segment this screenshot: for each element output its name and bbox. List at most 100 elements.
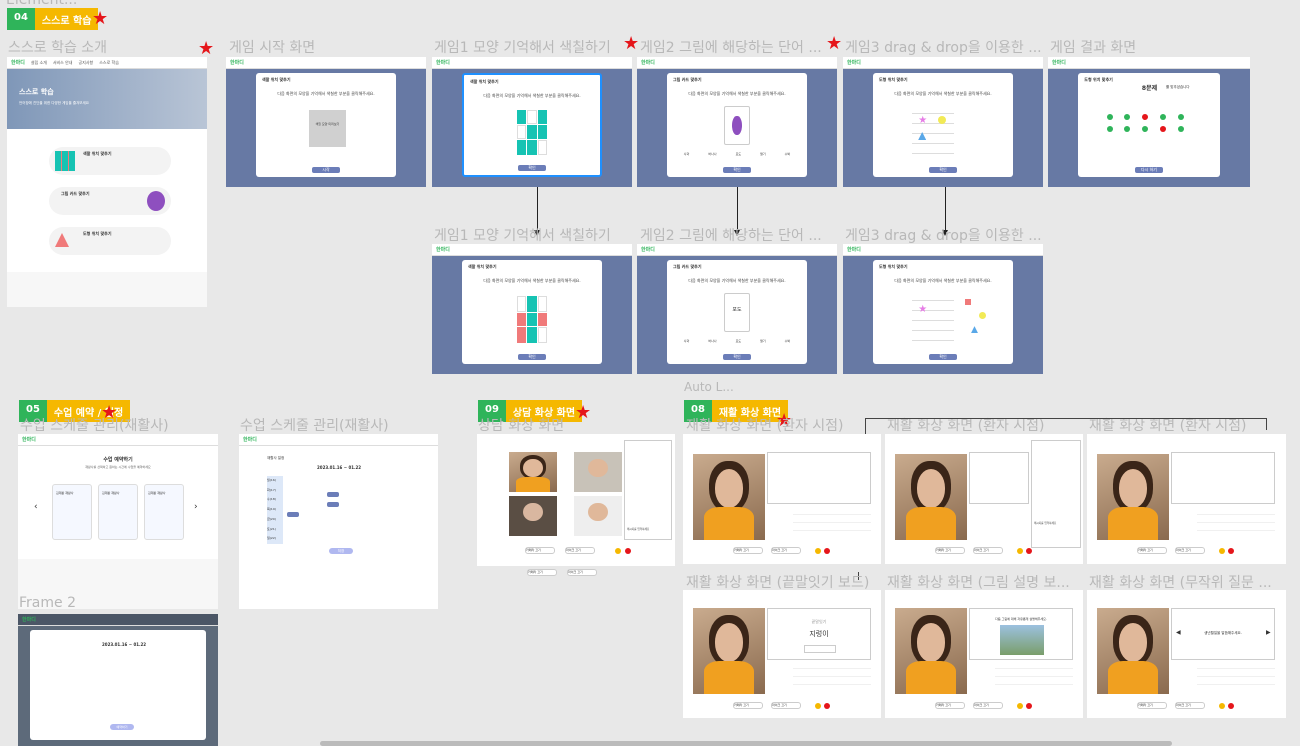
emoji-button[interactable]: [815, 703, 821, 709]
circle-shape[interactable]: [979, 311, 987, 319]
square-shape[interactable]: [965, 299, 972, 306]
option[interactable]: 수박: [785, 152, 791, 156]
circle-shape[interactable]: [938, 116, 947, 125]
mic-button[interactable]: 마이크 끄기: [973, 547, 1003, 554]
camera-button[interactable]: 카메라 끄기: [733, 547, 763, 554]
camera-button[interactable]: 카메라 끄기: [935, 547, 965, 554]
slot[interactable]: [327, 502, 339, 507]
option[interactable]: 포도: [736, 152, 742, 156]
chat-input[interactable]: 메시지를 입력하세요: [1034, 521, 1056, 525]
hangup-button[interactable]: [1026, 548, 1032, 554]
mic-button[interactable]: 마이크 끄기: [565, 547, 595, 554]
app-logo[interactable]: 한마디: [230, 59, 244, 66]
hangup-button[interactable]: [824, 703, 830, 709]
app-logo[interactable]: 한마디: [847, 59, 861, 66]
camera-button[interactable]: 카메라 끄기: [525, 547, 555, 554]
therapist-card[interactable]: 김재활 재활사: [98, 484, 138, 540]
option-buttons[interactable]: [995, 664, 1073, 692]
option[interactable]: 딸기: [760, 339, 766, 343]
next-button[interactable]: 확인: [518, 353, 546, 360]
camera-button-outside[interactable]: 카메라 끄기: [527, 569, 557, 576]
option-buttons[interactable]: [1197, 510, 1275, 538]
option[interactable]: 포도: [736, 339, 742, 343]
start-button[interactable]: 시작: [312, 166, 340, 173]
chat-input[interactable]: 메시지를 입력하세요: [627, 527, 649, 531]
app-logo[interactable]: 한마디: [436, 246, 450, 253]
emoji-button[interactable]: [1219, 703, 1225, 709]
camera-button[interactable]: 카메라 끄기: [935, 702, 965, 709]
mic-button[interactable]: 마이크 끄기: [771, 702, 801, 709]
next-arrow[interactable]: ▶: [1266, 629, 1271, 636]
hangup-button[interactable]: [824, 548, 830, 554]
hangup-button[interactable]: [625, 548, 631, 554]
option[interactable]: 사과: [684, 152, 690, 156]
mic-button[interactable]: 마이크 끄기: [771, 547, 801, 554]
triangle-shape[interactable]: [971, 326, 978, 334]
app-logo[interactable]: 한마디: [22, 616, 36, 623]
hangup-button[interactable]: [1026, 703, 1032, 709]
word-input[interactable]: [804, 645, 836, 653]
hangup-button[interactable]: [1228, 548, 1234, 554]
slot[interactable]: [327, 492, 339, 497]
intro-item-shape[interactable]: 도형 위치 맞추기: [49, 227, 171, 255]
hangup-button[interactable]: [1228, 703, 1234, 709]
prev-arrow[interactable]: ‹: [34, 502, 38, 512]
next-button[interactable]: 확인: [929, 353, 957, 360]
options-row[interactable]: 사과 바나나 포도 딸기 수박: [684, 339, 790, 343]
nav-item[interactable]: 스스로 학습: [99, 60, 119, 66]
app-logo[interactable]: 한마디: [641, 59, 655, 66]
option[interactable]: 사과: [684, 339, 690, 343]
option[interactable]: 수박: [785, 339, 791, 343]
app-logo[interactable]: 한마디: [436, 59, 450, 66]
nav-item[interactable]: 서비스 안내: [53, 60, 73, 66]
shape-grid[interactable]: ★: [912, 297, 955, 341]
confirm-button[interactable]: 확인: [929, 166, 957, 173]
mic-button[interactable]: 마이크 끄기: [973, 702, 1003, 709]
slot[interactable]: [287, 512, 299, 517]
triangle-shape[interactable]: [918, 132, 927, 141]
option-buttons[interactable]: [1197, 664, 1275, 692]
emoji-button[interactable]: [1017, 703, 1023, 709]
emoji-button[interactable]: [1219, 548, 1225, 554]
app-logo[interactable]: 한마디: [1052, 59, 1066, 66]
emoji-button[interactable]: [615, 548, 621, 554]
camera-button[interactable]: 카메라 끄기: [733, 702, 763, 709]
star-shape[interactable]: ★: [918, 305, 927, 315]
mic-button[interactable]: 마이크 끄기: [1175, 702, 1205, 709]
camera-button[interactable]: 카메라 끄기: [1137, 547, 1167, 554]
emoji-button[interactable]: [1017, 548, 1023, 554]
next-button[interactable]: 확인: [723, 353, 751, 360]
mic-button[interactable]: 마이크 끄기: [1175, 547, 1205, 554]
confirm-button[interactable]: 확인: [723, 166, 751, 173]
option[interactable]: 딸기: [760, 152, 766, 156]
retry-button[interactable]: 다시 하기: [1135, 166, 1163, 173]
app-logo[interactable]: 한마디: [11, 59, 25, 66]
therapist-card[interactable]: 김재활 재활사: [144, 484, 184, 540]
color-grid[interactable]: [516, 295, 548, 343]
save-button[interactable]: 저장: [329, 548, 353, 554]
mic-button-outside[interactable]: 마이크 끄기: [567, 569, 597, 576]
star-shape[interactable]: ★: [918, 116, 927, 126]
app-logo[interactable]: 한마디: [243, 436, 257, 443]
app-logo[interactable]: 한마디: [641, 246, 655, 253]
color-grid[interactable]: [517, 109, 547, 155]
nav-item[interactable]: 설립 소개: [31, 60, 47, 66]
reserve-button[interactable]: 예약하기: [110, 724, 134, 730]
confirm-button[interactable]: 확인: [518, 164, 546, 171]
option-buttons[interactable]: [793, 664, 871, 692]
emoji-button[interactable]: [815, 548, 821, 554]
therapist-card[interactable]: 김재활 재활사: [52, 484, 92, 540]
intro-item-card[interactable]: 그림 카드 맞추기: [49, 187, 171, 215]
shape-grid[interactable]: ★: [912, 110, 955, 154]
option[interactable]: 바나나: [708, 152, 716, 156]
next-arrow[interactable]: ›: [194, 502, 198, 512]
option[interactable]: 바나나: [708, 339, 716, 343]
option-buttons[interactable]: [793, 510, 871, 538]
options-row[interactable]: 사과 바나나 포도 딸기 수박: [684, 152, 790, 156]
nav-item[interactable]: 공지사항: [78, 60, 93, 66]
app-logo[interactable]: 한마디: [22, 436, 36, 443]
app-logo[interactable]: 한마디: [847, 246, 861, 253]
camera-button[interactable]: 카메라 끄기: [1137, 702, 1167, 709]
horizontal-scrollbar[interactable]: [320, 741, 1172, 746]
intro-item-color[interactable]: 색깔 위치 맞추기: [49, 147, 171, 175]
